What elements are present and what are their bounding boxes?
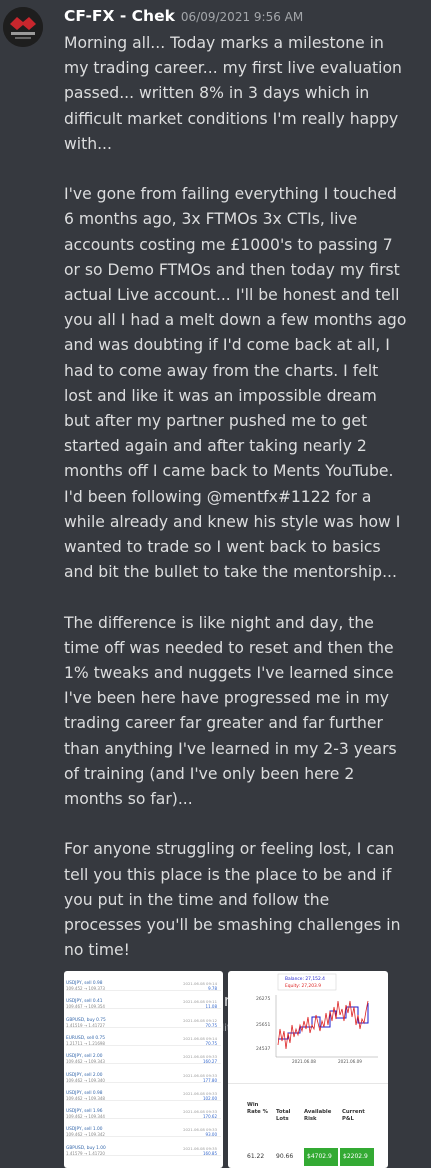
trade-row: USDJPY, sell 0.98 109.452 → 109.373 2021.0… [66, 981, 221, 991]
message-content: Morning all... Today marks a milestone i… [64, 31, 424, 1041]
trade-profit: 70.75 [205, 1022, 217, 1028]
message-line: tell you this place is the place to be a… [64, 865, 392, 884]
message-line: The difference is like night and day, th… [64, 613, 374, 632]
trade-prices: 109.462 → 109.344 [66, 1114, 105, 1120]
equity-series-line [277, 1000, 369, 1050]
trade-prices: 109.462 → 109.343 [66, 1059, 105, 1065]
message-line: while already and knew his style was how… [64, 512, 401, 531]
trade-profit: 93.00 [205, 1132, 217, 1138]
cf-fx-logo-icon [3, 7, 43, 47]
x-tick-label: 2021.06.08 [292, 1059, 316, 1064]
trade-profit: 11.08 [205, 1004, 217, 1010]
trade-prices: 1.21711 → 1.21698 [66, 1040, 105, 1046]
equity-balance-chart: Balance: 27,152.4 Equity: 27,203.9 26275… [256, 973, 378, 1064]
trade-history-attachment[interactable]: USDJPY, sell 0.98 109.452 → 109.373 2021.0… [64, 971, 223, 1168]
message-line: For anyone struggling or feeling lost, I… [64, 840, 395, 859]
stat-value-current-pl: $2202.9 [340, 1148, 374, 1166]
legend-equity-label: Equity: 27,203.9 [285, 983, 321, 989]
trade-prices: 109.467 → 109.354 [66, 1004, 105, 1010]
message-line: my trading career... my first live evalu… [64, 59, 402, 78]
trade-profit: 160.27 [203, 1059, 217, 1065]
message-line: I'd been following @mentfx#1122 for a [64, 487, 372, 506]
trade-prices: 109.462 → 109.342 [66, 1132, 105, 1138]
message-line: but after my partner pushed me to get [64, 412, 368, 431]
message-line: trading career far greater and far furth… [64, 714, 383, 733]
stats-chart-attachment[interactable]: Balance: 27,152.4 Equity: 27,203.9 26275… [228, 971, 388, 1168]
message-timestamp: 06/09/2021 9:56 AM [180, 10, 304, 24]
message-line: I've gone from failing everything I touc… [64, 185, 397, 204]
message-line: months so far)... [64, 790, 193, 809]
trade-profit: 160.85 [203, 1150, 217, 1156]
trade-row: USDJPY, sell 2.00 109.462 → 109.343 2021.0… [66, 1054, 221, 1065]
stat-value-total-lots: 90.66 [276, 1153, 294, 1160]
trade-row: USDJPY, sell 1.00 109.462 → 109.342 2021.0… [66, 1127, 221, 1138]
message-line: difficult market conditions I'm really h… [64, 109, 399, 128]
message-line: I've been here have progressed me in my [64, 689, 390, 708]
trade-prices: 109.462 → 109.348 [66, 1095, 105, 1101]
message-line: of training (and I've only been here 2 [64, 764, 355, 783]
message-line: lost and like it was an impossible dream [64, 386, 377, 405]
message-line: wanted to trade so I went back to basics [64, 538, 381, 557]
stat-value-win-rate: 61.22 [247, 1153, 265, 1160]
message-line: and bit the bullet to take the mentorshi… [64, 563, 397, 582]
message-line: or so Demo FTMOs and then today my first [64, 260, 400, 279]
message-line: no time! [64, 941, 130, 960]
message-line: than anything I've learned in my 2-3 yea… [64, 739, 397, 758]
message-line: started again and after taking nearly 2 [64, 437, 367, 456]
message-line: Morning all... Today marks a milestone i… [64, 34, 384, 52]
trade-profit: 70.75 [205, 1040, 217, 1046]
message-line: processes you'll be smashing challenges … [64, 916, 401, 935]
trade-profit: 102.00 [203, 1095, 217, 1101]
stat-header-win-rate: Win Rate % [247, 1102, 268, 1115]
message-line: had to come away from the charts. I felt [64, 361, 379, 380]
message-line: you all I had a melt down a few months a… [64, 311, 407, 330]
message-line: months off I came back to Ments YouTube. [64, 462, 394, 481]
message-header: CF-FX - Chek 06/09/2021 9:56 AM [64, 6, 303, 30]
chat-message: CF-FX - Chek 06/09/2021 9:56 AM Morning a… [0, 0, 431, 1168]
trade-row: USDJPY, sell 0.98 109.462 → 109.348 2021.0… [66, 1091, 221, 1101]
message-line: with... [64, 134, 112, 153]
message-line: and was doubting if I'd come back at all… [64, 336, 390, 355]
trade-profit: 177.80 [203, 1077, 217, 1083]
stat-header-current-pl: Current P&L [342, 1109, 365, 1122]
trade-row: USDJPY, sell 1.96 109.462 → 109.344 2021.0… [66, 1109, 221, 1120]
y-tick-label: 26275 [256, 996, 270, 1002]
user-avatar[interactable] [3, 7, 43, 47]
stat-header-total-lots: Total Lots [276, 1109, 291, 1122]
stats-table: Win Rate % Total Lots Available Risk Cur… [228, 1083, 388, 1168]
stat-value-available-risk: $4702.9 [304, 1148, 338, 1166]
trade-prices: 1.41519 → 1.41727 [66, 1022, 105, 1028]
legend-balance-label: Balance: 27,152.4 [285, 976, 325, 982]
trade-prices: 1.41579 → 1.41720 [66, 1150, 105, 1156]
message-line: actual Live account... I'll be honest an… [64, 286, 400, 305]
message-line: 6 months ago, 3x FTMOs 3x CTIs, live [64, 210, 358, 229]
trade-row: GBPUSD, buy 0.75 1.41519 → 1.41727 2021.06… [66, 1018, 221, 1028]
trade-row: GBPUSD, buy 1.00 1.41579 → 1.41720 2021.06… [66, 1146, 221, 1156]
message-line: passed... written 8% in 3 days which in [64, 84, 370, 103]
trade-row: USDJPY, sell 0.41 109.467 → 109.354 2021.0… [66, 999, 221, 1010]
x-tick-label: 2021.06.09 [338, 1059, 362, 1064]
message-line: you put in the time and follow the [64, 890, 330, 909]
y-tick-label: 24537 [256, 1046, 270, 1052]
message-line: time off was needed to reset and then th… [64, 638, 394, 657]
author-name[interactable]: CF-FX - Chek [64, 7, 175, 25]
message-line: accounts costing me £1000's to passing 7 [64, 235, 393, 254]
stat-header-available-risk: Available Risk [304, 1109, 332, 1122]
trade-row: USDJPY, sell 2.00 109.462 → 109.340 2021.0… [66, 1073, 221, 1083]
y-tick-label: 25651 [256, 1022, 270, 1028]
trade-profit: 170.62 [203, 1114, 217, 1120]
trade-prices: 109.452 → 109.373 [66, 986, 105, 991]
trade-row: EURUSD, sell 0.75 1.21711 → 1.21698 2021.0… [66, 1036, 221, 1046]
trade-prices: 109.462 → 109.340 [66, 1077, 105, 1083]
trade-profit: 9.78 [208, 986, 217, 991]
message-line: 1% tweaks and nuggets I've learned since [64, 664, 394, 683]
